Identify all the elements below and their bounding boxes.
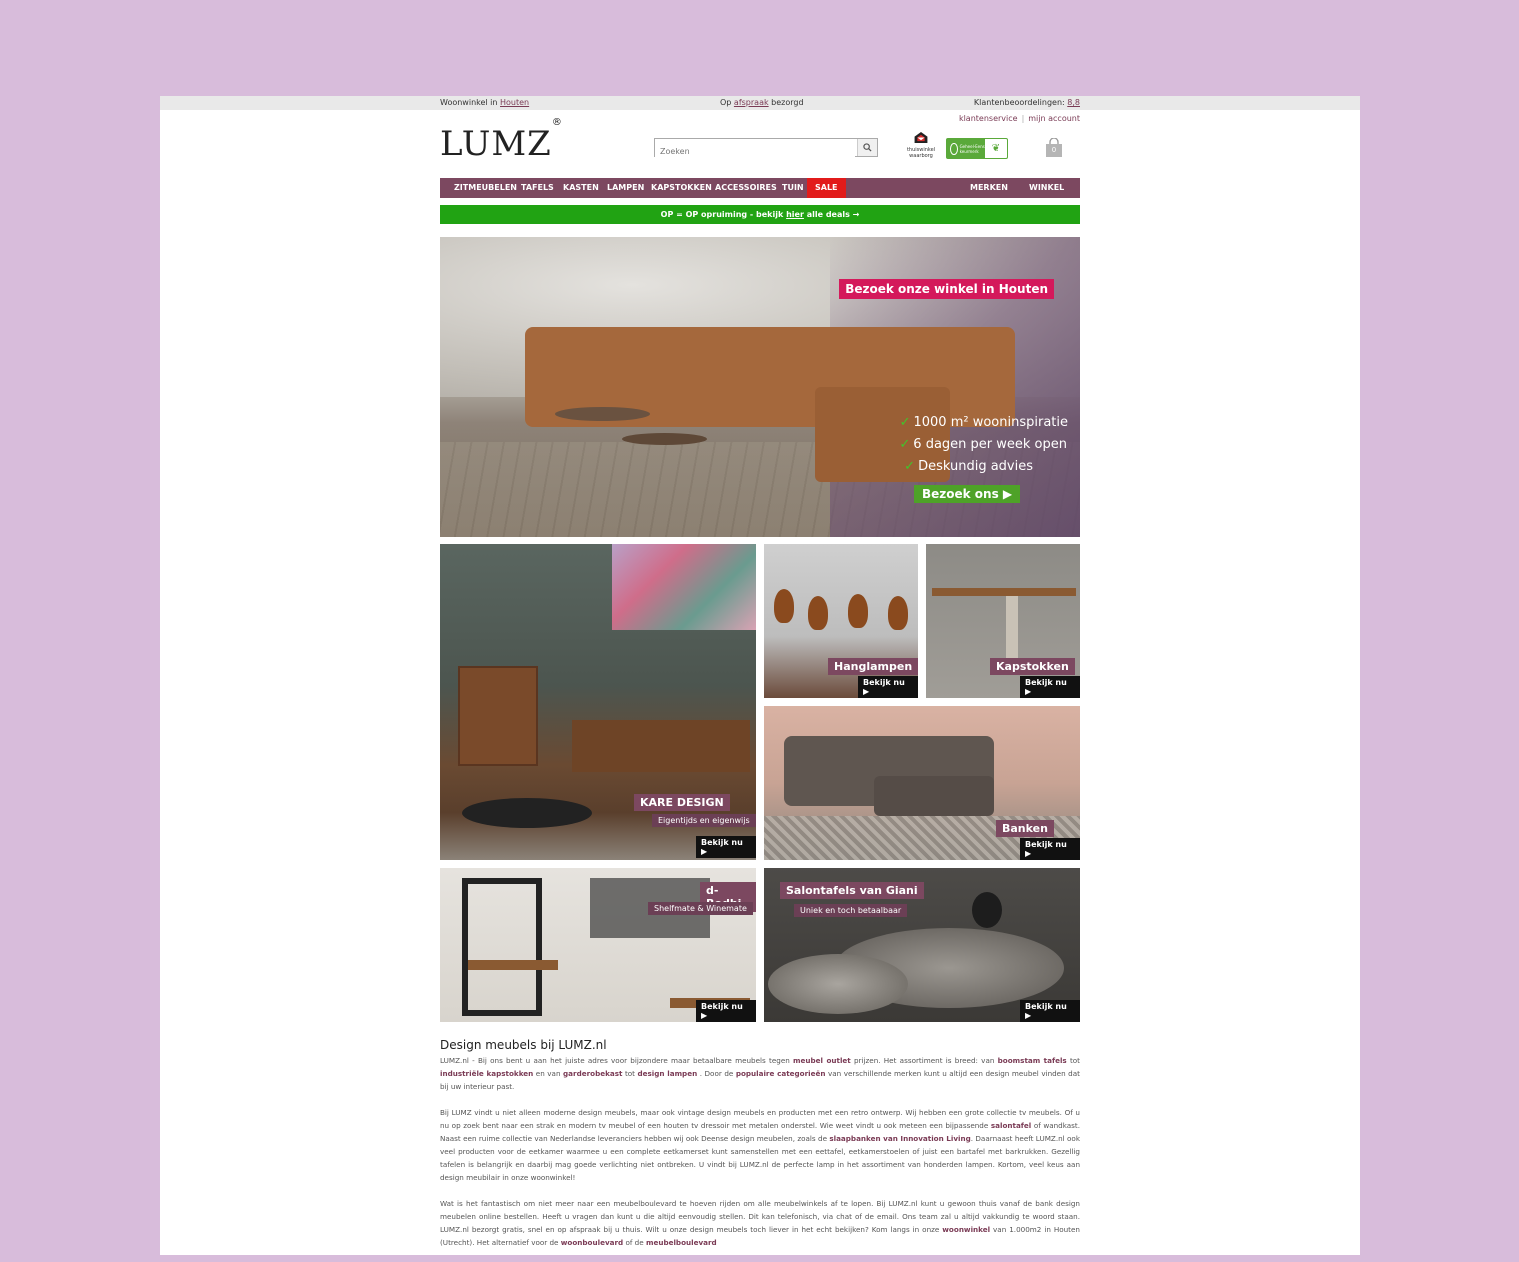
thuiswinkel-badge[interactable]: thuiswinkel waarborg: [906, 132, 936, 160]
nav-lampen[interactable]: LAMPEN: [607, 178, 644, 198]
nav-kapstokken[interactable]: KAPSTOKKEN: [651, 178, 712, 198]
hero-tag[interactable]: Bezoek onze winkel in Houten: [839, 279, 1054, 299]
leaf-icon: ❦: [991, 143, 1001, 154]
header: LUMZ® klantenservice|mijn account thuisw…: [440, 110, 1080, 178]
main-nav: ZITMEUBELEN TAFELS KASTEN LAMPEN KAPSTOK…: [440, 178, 1080, 198]
tile-kapstokken[interactable]: Kapstokken Bekijk nu ▶: [926, 544, 1080, 698]
checkmark-circle-icon: [950, 142, 958, 155]
promo-suffix: alle deals →: [806, 210, 860, 219]
link-design-lampen[interactable]: design lampen: [638, 1069, 698, 1078]
tile-title: Hanglampen: [828, 658, 918, 675]
bekijk-nu-button[interactable]: Bekijk nu ▶: [1020, 676, 1080, 698]
lumz-logo[interactable]: LUMZ®: [440, 117, 563, 164]
tile-title: Salontafels van Giani: [780, 882, 924, 899]
store-location-text: Woonwinkel in: [440, 98, 498, 107]
tile-title: Kapstokken: [990, 658, 1075, 675]
painting-image: [612, 544, 756, 630]
nav-kasten[interactable]: KASTEN: [563, 178, 599, 198]
link-slaapbanken[interactable]: slaapbanken van Innovation Living: [829, 1134, 970, 1143]
link-boomstam-tafels[interactable]: boomstam tafels: [998, 1056, 1067, 1065]
customer-service-link[interactable]: klantenservice: [959, 114, 1018, 123]
content-heading: Design meubels bij LUMZ.nl: [440, 1038, 607, 1052]
bekijk-nu-button[interactable]: Bekijk nu ▶: [696, 1000, 756, 1022]
search-input[interactable]: [655, 143, 855, 160]
seo-content: Design meubels bij LUMZ.nl LUMZ.nl - Bij…: [440, 1038, 1080, 1262]
search-button[interactable]: [857, 139, 877, 156]
delivery-info: Op afspraak bezorgd: [720, 98, 804, 107]
tile-subtitle: Uniek en toch betaalbaar: [794, 904, 908, 917]
logo-registered-mark: ®: [551, 116, 563, 128]
promo-link[interactable]: hier: [786, 210, 804, 219]
tile-subtitle: Shelfmate & Winemate: [648, 902, 753, 915]
link-meubel-outlet[interactable]: meubel outlet: [793, 1056, 851, 1065]
appointment-link[interactable]: afspraak: [734, 98, 769, 107]
store-location-link[interactable]: Houten: [500, 98, 529, 107]
customer-reviews: Klantenbeoordelingen: 8,8: [974, 98, 1080, 107]
nav-merken[interactable]: MERKEN: [970, 178, 1008, 198]
thuiswinkel-label: thuiswinkel waarborg: [906, 147, 936, 159]
top-bar: Woonwinkel in Houten Op afspraak bezorgd…: [160, 96, 1360, 110]
link-industriele-kapstokken[interactable]: industriële kapstokken: [440, 1069, 533, 1078]
tile-salontafels-giani[interactable]: Salontafels van Giani Uniek en toch beta…: [764, 868, 1080, 1022]
bekijk-nu-button[interactable]: Bekijk nu ▶: [1020, 1000, 1080, 1022]
search-icon: [863, 143, 872, 152]
keurmerk-badge[interactable]: Geheel-Eens keurmerk ❦: [946, 138, 1008, 159]
tile-title: KARE DESIGN: [634, 794, 730, 811]
link-garderobekast[interactable]: garderobekast: [563, 1069, 622, 1078]
link-meubelboulevard[interactable]: meubelboulevard: [646, 1238, 717, 1247]
house-icon: [914, 132, 928, 143]
content-paragraph-1: LUMZ.nl - Bij ons bent u aan het juiste …: [440, 1056, 1080, 1091]
reviews-rating-link[interactable]: 8,8: [1067, 98, 1080, 107]
content-paragraph-2: Bij LUMZ vindt u niet alleen moderne des…: [440, 1108, 1081, 1182]
hero-banner[interactable]: Bezoek onze winkel in Houten ✓ 1000 m² wo…: [440, 237, 1080, 537]
tile-hanglampen[interactable]: Hanglampen Bekijk nu ▶: [764, 544, 918, 698]
delivery-suffix: bezorgd: [771, 98, 804, 107]
tile-title: Banken: [996, 820, 1054, 837]
cart-button[interactable]: 0: [1045, 137, 1063, 158]
link-salontafel[interactable]: salontafel: [991, 1121, 1031, 1130]
promo-banner[interactable]: OP = OP opruiming - bekijk hier alle dea…: [440, 205, 1080, 224]
nav-sale[interactable]: SALE: [807, 178, 846, 198]
bekijk-nu-button[interactable]: Bekijk nu ▶: [696, 836, 756, 858]
promo-prefix: OP = OP opruiming - bekijk: [660, 210, 784, 219]
nav-tafels[interactable]: TAFELS: [521, 178, 554, 198]
bekijk-nu-button[interactable]: Bekijk nu ▶: [858, 676, 918, 698]
account-links: klantenservice | mijn account: [958, 114, 1080, 123]
delivery-prefix: Op: [720, 98, 732, 107]
hero-cta-button[interactable]: Bezoek ons ▶: [914, 485, 1021, 503]
hero-feature-2: ✓ 6 dagen per week open: [899, 437, 1067, 452]
hero-feature-1: ✓ 1000 m² wooninspiratie: [899, 415, 1068, 430]
bekijk-nu-button[interactable]: Bekijk nu ▶: [1020, 838, 1080, 860]
link-woonwinkel[interactable]: woonwinkel: [942, 1225, 990, 1234]
nav-tuin[interactable]: TUIN: [782, 178, 804, 198]
tile-subtitle: Eigentijds en eigenwijs: [652, 814, 756, 827]
store-location: Woonwinkel in Houten: [440, 98, 529, 107]
link-populaire-categorieen[interactable]: populaire categorieën: [736, 1069, 826, 1078]
reviews-label: Klantenbeoordelingen:: [973, 98, 1065, 107]
nav-zitmeubelen[interactable]: ZITMEUBELEN: [454, 178, 517, 198]
my-account-link[interactable]: mijn account: [1028, 114, 1080, 123]
nav-winkel[interactable]: WINKEL: [1029, 178, 1064, 198]
logo-text: LUMZ: [440, 124, 552, 164]
search-box: [654, 138, 878, 160]
nav-accessoires[interactable]: ACCESSOIRES: [715, 178, 777, 198]
page: Woonwinkel in Houten Op afspraak bezorgd…: [160, 96, 1360, 1255]
tile-kare-design[interactable]: KARE DESIGN Eigentijds en eigenwijs Beki…: [440, 544, 756, 860]
content-paragraph-3: Wat is het fantastisch om niet meer naar…: [440, 1199, 1080, 1247]
tile-d-bodhi[interactable]: d-Bodhi Shelfmate & Winemate Bekijk nu ▶: [440, 868, 756, 1022]
hero-feature-3: ✓ Deskundig advies: [904, 459, 1033, 474]
tile-banken[interactable]: Banken Bekijk nu ▶: [764, 706, 1080, 860]
link-woonboulevard[interactable]: woonboulevard: [561, 1238, 623, 1247]
keurmerk-label: Geheel-Eens keurmerk: [959, 143, 985, 154]
cart-count: 0: [1051, 146, 1057, 154]
